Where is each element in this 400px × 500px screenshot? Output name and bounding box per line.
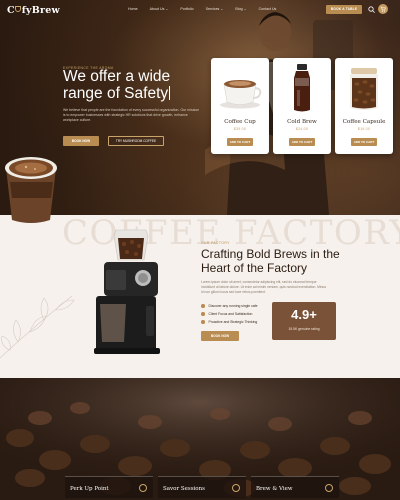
floating-coffee-cup-image	[5, 157, 57, 223]
bullet-icon	[201, 320, 205, 324]
coffee-cup-icon	[220, 80, 262, 109]
top-navbar: CfyBrew Home About Us ⌄ Portfolio Servic…	[0, 0, 400, 20]
add-to-cart-button[interactable]: ADD TO CART	[227, 138, 253, 146]
book-table-button[interactable]: BOOK A TABLE	[326, 5, 362, 14]
product-card-coffee-cup[interactable]: Coffee Cup $39.00 ADD TO CART	[211, 58, 269, 154]
nav-contact-us[interactable]: Contact Us	[259, 7, 277, 11]
coffee-bean-jar-icon	[350, 68, 378, 110]
add-to-cart-button[interactable]: ADD TO CART	[351, 138, 377, 146]
list-item: Discover any running single cafe	[201, 302, 258, 310]
cart-icon	[380, 6, 386, 12]
brand-logo[interactable]: CfyBrew	[7, 5, 60, 16]
feature-icon	[232, 484, 240, 492]
hero-description: We believe that people are the foundatio…	[63, 108, 200, 123]
factory-feature-list: Discover any running single cafe Client …	[201, 302, 258, 326]
bullet-icon	[201, 304, 205, 308]
main-nav: Home About Us ⌄ Portfolio Services ⌄ Blo…	[128, 7, 288, 11]
leaf-decoration	[0, 295, 75, 359]
cup-logo-icon	[15, 6, 22, 12]
hero-book-now-button[interactable]: BOOK NOW	[63, 136, 99, 146]
product-name: Coffee Capsule	[342, 119, 386, 125]
feature-icon	[325, 484, 333, 492]
feature-tile-perk-up-point[interactable]: Perk Up Point	[65, 476, 153, 498]
nav-about-us[interactable]: About Us ⌄	[150, 7, 169, 11]
nav-portfolio[interactable]: Portfolio	[180, 7, 193, 11]
feature-icon	[139, 484, 147, 492]
product-name: Coffee Cup	[224, 119, 256, 125]
factory-eyebrow: OUR FACTORY	[201, 241, 230, 245]
nav-blog[interactable]: Blog ⌄	[235, 7, 246, 11]
nav-home[interactable]: Home	[128, 7, 138, 11]
rating-label: 15.5K genuine rating	[288, 327, 320, 331]
product-price: $39.00	[233, 127, 247, 131]
try-mushroom-coffee-button[interactable]: TRY MUSHROOM COFFEE	[108, 136, 164, 146]
factory-title: Crafting Bold Brews in the Heart of the …	[201, 247, 340, 275]
factory-book-now-button[interactable]: BOOK NOW	[201, 331, 239, 341]
product-card-coffee-capsule[interactable]: Coffee Capsule $19.00 ADD TO CART	[335, 58, 393, 154]
feature-tile-brew-and-view[interactable]: Brew & View	[251, 476, 339, 498]
cart-button[interactable]	[378, 4, 388, 14]
product-name: Cold Brew	[287, 119, 317, 125]
coffee-grinder-image	[94, 229, 160, 354]
product-price: $24.00	[295, 127, 309, 131]
add-to-cart-button[interactable]: ADD TO CART	[289, 138, 315, 146]
product-card-cold-brew[interactable]: Cold Brew $24.00 ADD TO CART	[273, 58, 331, 154]
list-item: Client Focus and Satisfaction	[201, 310, 258, 318]
feature-tile-savor-sessions[interactable]: Savor Sessions	[158, 476, 246, 498]
nav-services[interactable]: Services ⌄	[206, 7, 224, 11]
factory-description: Lorem ipsum dolor sit amet, consectetur …	[201, 280, 326, 294]
product-price: $19.00	[357, 127, 371, 131]
hero-title: We offer a wide range of Safety	[63, 68, 171, 102]
typing-caret	[169, 86, 171, 100]
bullet-icon	[201, 312, 205, 316]
list-item: Proactive and Strategic Thinking	[201, 318, 258, 326]
search-icon[interactable]	[368, 6, 375, 13]
rating-value: 4.9+	[291, 307, 317, 322]
rating-badge: 4.9+ 15.5K genuine rating	[272, 302, 336, 340]
cold-brew-bottle-icon	[294, 64, 310, 112]
